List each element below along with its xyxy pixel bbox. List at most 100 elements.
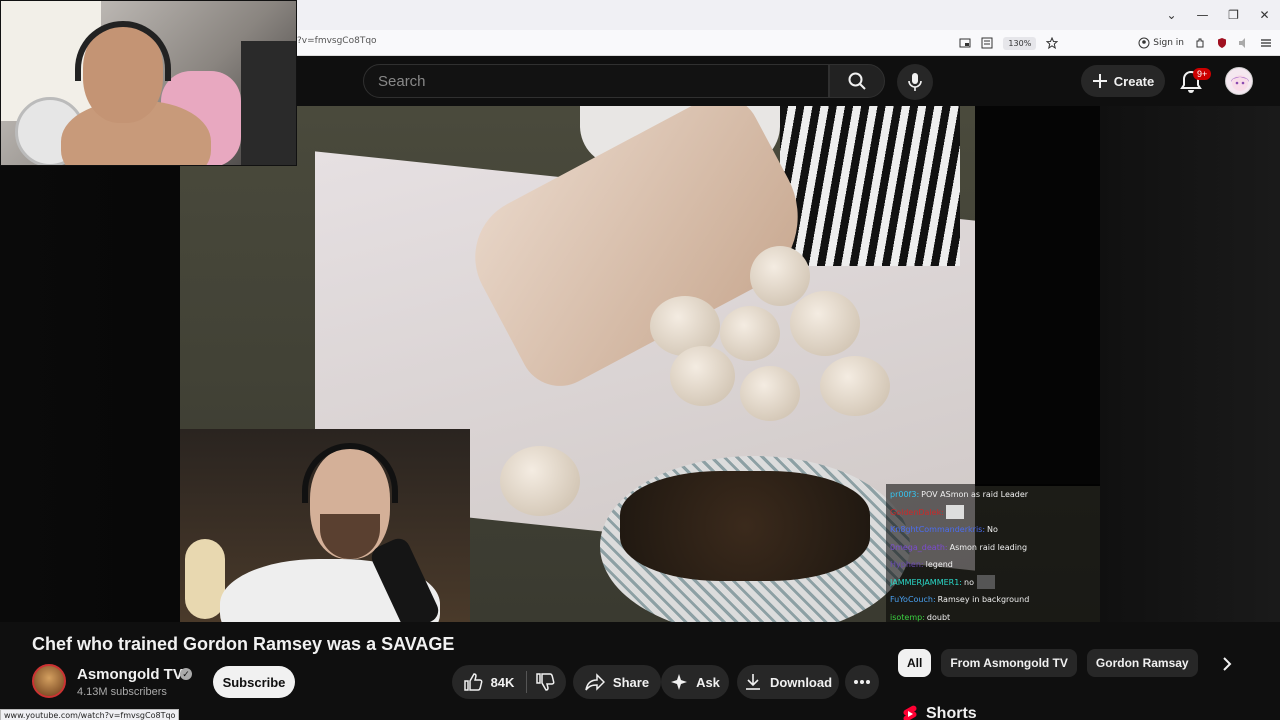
download-icon (745, 674, 760, 690)
maximize-button[interactable]: ❐ (1218, 8, 1249, 22)
sign-in-button[interactable]: Sign in (1138, 37, 1184, 49)
voice-search-button[interactable] (897, 64, 933, 100)
reader-view-icon[interactable] (981, 37, 993, 49)
channel-name[interactable]: Asmongold TV (77, 666, 183, 683)
account-avatar[interactable] (1225, 67, 1253, 95)
mushroom (500, 446, 580, 516)
youtube-masthead: Create 9+ (297, 56, 1280, 106)
download-button[interactable]: Download (737, 665, 839, 699)
mushroom (790, 291, 860, 356)
sparkle-icon (671, 674, 688, 690)
chat-username: FuYoCouch: (890, 595, 936, 604)
chat-text: Asmon raid leading (949, 542, 1028, 552)
more-actions-button[interactable] (845, 665, 879, 699)
video-letterbox (975, 106, 1100, 486)
minimize-button[interactable]: — (1187, 8, 1218, 22)
like-button[interactable]: 84K (463, 671, 528, 693)
picture-in-picture-icon[interactable] (959, 37, 971, 49)
chef-apron-stripes (780, 106, 960, 266)
webcam-plush (185, 539, 225, 619)
chat-username: Kn8ghtCommanderkris: (890, 525, 986, 534)
mushroom (670, 346, 735, 406)
mushroom (750, 246, 810, 306)
browser-url-bar[interactable]: ?v=fmvsgCo8Tqo 130% Sign in (297, 30, 1280, 56)
plus-icon (1092, 74, 1107, 88)
mushroom (720, 306, 780, 361)
search-input[interactable] (364, 65, 828, 97)
browser-tab-bar: ⌄ — ❐ ✕ (297, 0, 1280, 30)
chat-username: JAMMERJAMMER1: (890, 577, 963, 587)
search-icon (848, 72, 866, 90)
webcam-overlay-bottom (180, 429, 470, 622)
emote-icon (976, 575, 995, 589)
url-text[interactable]: ?v=fmvsgCo8Tqo (297, 36, 377, 46)
shorts-section-header: Shorts (902, 705, 977, 720)
chat-text: doubt (926, 612, 951, 622)
chat-text: Ramsey in background (937, 595, 1030, 604)
shorts-label: Shorts (926, 705, 977, 720)
chat-username: 0mega_death: (890, 542, 948, 552)
chat-overlay: pr00f3: POV ASmon as raid Leader GoldenDa… (886, 484, 1100, 622)
chat-text: No (987, 525, 998, 534)
notification-badge: 9+ (1193, 68, 1212, 80)
more-horizontal-icon (854, 680, 870, 684)
chat-message: isotemp: doubt (890, 609, 1096, 627)
chat-text: legend (925, 560, 953, 569)
screen: ⌄ — ❐ ✕ ?v=fmvsgCo8Tqo 130% Sign in Sear… (0, 0, 1280, 720)
extensions-icon[interactable] (1194, 37, 1206, 49)
thumbs-up-icon (463, 673, 483, 691)
create-button[interactable]: Create (1081, 65, 1165, 97)
sign-in-label: Sign in (1153, 38, 1184, 48)
chips-next-button[interactable] (1214, 651, 1240, 677)
create-label: Create (1113, 73, 1155, 89)
like-count: 84K (490, 674, 515, 690)
chat-message: Hyphen: legend (890, 556, 1096, 574)
account-circle-icon (1138, 37, 1150, 49)
chip-gordon-ramsay[interactable]: Gordon Ramsay (1086, 649, 1198, 677)
thumbs-down-icon[interactable] (535, 672, 555, 692)
subscribe-button[interactable]: Subscribe (213, 666, 295, 698)
chat-username: pr00f3: (890, 490, 920, 499)
channel-avatar[interactable] (32, 664, 66, 698)
chat-username: Hyphen: (890, 560, 924, 569)
subscriber-count: 4.13M subscribers (77, 686, 167, 698)
url-bar-actions: 130% Sign in (959, 34, 1272, 52)
mushroom (820, 356, 890, 416)
like-dislike-group: 84K (452, 665, 566, 699)
verified-check-icon: ✓ (180, 668, 192, 680)
close-window-button[interactable]: ✕ (1249, 8, 1280, 22)
download-label: Download (769, 674, 833, 690)
shorts-logo-icon (903, 705, 917, 720)
window-controls: ⌄ — ❐ ✕ (1156, 0, 1280, 30)
mushroom (740, 366, 800, 421)
tab-list-chevron-icon[interactable]: ⌄ (1156, 8, 1187, 22)
chat-message: Kn8ghtCommanderkris: No (890, 521, 1096, 539)
hamburger-menu-icon[interactable] (1260, 37, 1272, 49)
chat-username: isotemp: (890, 612, 925, 622)
share-button[interactable]: Share (573, 665, 661, 699)
chevron-right-icon (1223, 657, 1232, 671)
share-arrow-icon (585, 673, 605, 691)
zoom-level[interactable]: 130% (1003, 36, 1037, 50)
ask-button[interactable]: Ask (661, 665, 729, 699)
headphones (302, 443, 398, 503)
chip-from-channel[interactable]: From Asmongold TV (941, 649, 1077, 677)
webcam-overlay-top (0, 0, 297, 166)
chat-message: pr00f3: POV ASmon as raid Leader (890, 486, 1096, 504)
chip-all[interactable]: All (898, 649, 932, 677)
recommendation-chips: All From Asmongold TV Gordon Ramsay (898, 649, 1198, 677)
mute-icon[interactable] (1238, 37, 1250, 49)
chat-message: FuYoCouch: Ramsey in background (890, 591, 1096, 609)
bookmark-star-icon[interactable] (1046, 37, 1059, 49)
search-button[interactable] (829, 64, 885, 98)
chat-text: POV ASmon as raid Leader (921, 490, 1029, 499)
search-box[interactable] (363, 64, 829, 98)
share-label: Share (612, 674, 650, 690)
anime-avatar-icon (1231, 75, 1249, 91)
cooked-meat (620, 471, 870, 581)
video-title: Chef who trained Gordon Ramsey was a SAV… (32, 634, 455, 654)
emote-icon (945, 505, 964, 519)
shield-extension-icon[interactable] (1216, 37, 1228, 49)
chat-text: no (964, 577, 974, 587)
chat-message: JAMMERJAMMER1: no (890, 574, 1096, 592)
